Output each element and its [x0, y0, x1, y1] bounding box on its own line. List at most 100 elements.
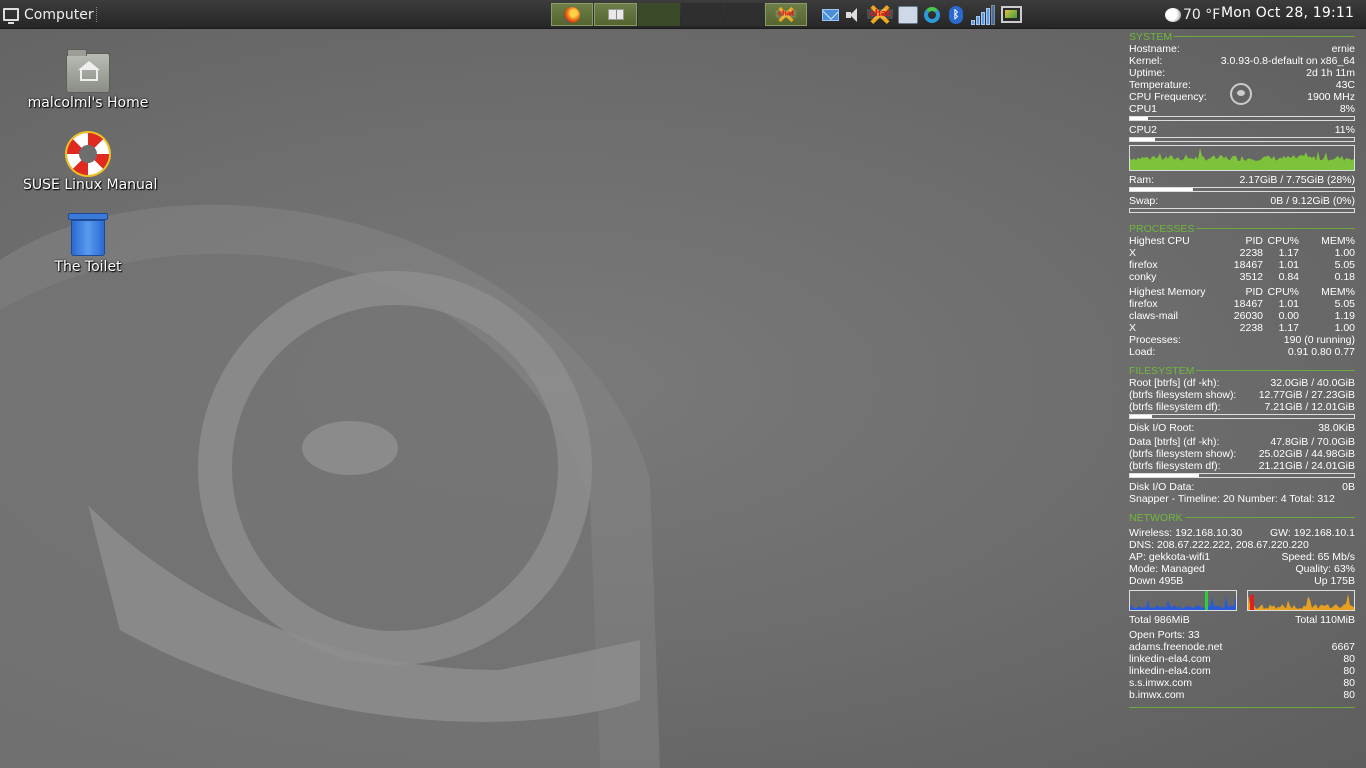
data-df-row: Data [btrfs] (df -kh): 47.8GiB / 70.0GiB — [1129, 436, 1355, 448]
swap-bar — [1129, 208, 1355, 213]
data-fsdf-row: (btrfs filesystem df): 21.21GiB / 24.01Gi… — [1129, 460, 1355, 472]
display-tray-button[interactable] — [999, 5, 1023, 24]
table-row: X 2238 1.17 1.00 — [1129, 247, 1355, 259]
trash-icon — [68, 213, 108, 257]
book-icon — [607, 9, 624, 20]
bluetooth-tray-button[interactable]: ᛒ — [947, 5, 965, 24]
panel-separator — [96, 7, 98, 22]
snapper-row: Snapper - Timeline: 20 Number: 4 Total: … — [1129, 493, 1335, 505]
desktop-icon-label: malcolml's Home — [27, 95, 149, 111]
wireless-row: Wireless: 192.168.10.30 GW: 192.168.10.1 — [1129, 527, 1355, 539]
root-bar — [1129, 414, 1355, 419]
connection-row: s.s.imwx.com 80 — [1129, 677, 1355, 689]
ram-bar — [1129, 187, 1355, 192]
taskbar-document-viewer[interactable] — [594, 3, 637, 26]
table-header: Highest Memory PID CPU% MEM% — [1129, 286, 1355, 298]
download-graph — [1129, 590, 1237, 611]
section-header-network: NETWORK — [1129, 511, 1355, 524]
ap-row: AP: gekkota-wifi1 Speed: 65 Mb/s — [1129, 551, 1355, 563]
taskbar-chat[interactable]: chat — [765, 3, 807, 26]
highest-memory-table: Highest Memory PID CPU% MEM% firefox 18467 1.… — [1129, 286, 1355, 334]
table-row: X 2238 1.17 1.00 — [1129, 322, 1355, 334]
computer-menu-label: Computer — [24, 6, 94, 23]
firefox-icon — [564, 6, 580, 23]
kernel-row: Kernel: 3.0.93-0.8-default on x86_64 — [1129, 55, 1355, 67]
clipboard-icon — [898, 5, 918, 24]
table-header: Highest CPU PID CPU% MEM% — [1129, 235, 1355, 247]
conky-monitor: SYSTEM Hostname: ernie Kernel: 3.0.93-0.8-… — [1129, 30, 1355, 708]
volume-tray-button[interactable] — [844, 5, 864, 24]
computer-menu-button[interactable]: Computer — [3, 4, 94, 25]
root-show-row: (btrfs filesystem show): 12.77GiB / 27.23… — [1129, 389, 1355, 401]
data-bar — [1129, 473, 1355, 478]
cpu1-bar — [1129, 116, 1355, 121]
network-tray-button[interactable] — [970, 4, 996, 25]
totals-row: Total 986MiB Total 110MiB — [1129, 614, 1355, 626]
desktop-icon-label: The Toilet — [54, 259, 122, 275]
connection-row: adams.freenode.net 6667 — [1129, 641, 1355, 653]
wallpaper-gecko-logo — [0, 204, 660, 768]
root-df-row: Root [btrfs] (df -kh): 32.0GiB / 40.0GiB — [1129, 377, 1355, 389]
taskbar-slot[interactable] — [681, 3, 723, 26]
hostname-row: Hostname: ernie — [1129, 43, 1355, 55]
mail-tray-button[interactable] — [820, 5, 840, 24]
chat-tray-button[interactable]: chat — [866, 4, 894, 25]
weather-temp: 70 °F — [1183, 6, 1221, 23]
lifebuoy-icon — [67, 133, 109, 175]
data-io-row: Disk I/O Data: 0B — [1129, 481, 1355, 493]
root-fsdf-row: (btrfs filesystem df): 7.21GiB / 12.01GiB — [1129, 401, 1355, 413]
taskbar-slot[interactable] — [724, 3, 764, 26]
table-row: firefox 18467 1.01 5.05 — [1129, 298, 1355, 310]
data-show-row: (btrfs filesystem show): 25.02GiB / 44.98… — [1129, 448, 1355, 460]
computer-icon — [3, 8, 19, 24]
desktop-icon-home[interactable]: malcolml's Home — [23, 49, 153, 111]
suse-logo-icon — [1230, 83, 1252, 105]
mode-row: Mode: Managed Quality: 63% — [1129, 563, 1355, 575]
volume-icon — [845, 7, 863, 23]
clock[interactable]: Mon Oct 28, 19:11 — [1221, 5, 1354, 21]
table-row: firefox 18467 1.01 5.05 — [1129, 259, 1355, 271]
cpu-graph — [1129, 145, 1355, 171]
section-header-filesystem: FILESYSTEM — [1129, 364, 1355, 377]
network-graphs — [1129, 590, 1355, 611]
connection-row: linkedin-ela4.com 80 — [1129, 653, 1355, 665]
wifi-signal-icon — [971, 4, 995, 25]
cpu2-row: CPU2 11% — [1129, 124, 1355, 136]
sync-tray-button[interactable] — [922, 5, 942, 24]
section-header-processes: PROCESSES — [1129, 222, 1355, 235]
mail-icon — [821, 8, 839, 21]
taskbar-slot[interactable] — [638, 3, 680, 26]
clipboard-tray-button[interactable] — [897, 5, 919, 24]
load-row: Load: 0.91 0.80 0.77 — [1129, 346, 1355, 358]
connection-row: b.imwx.com 80 — [1129, 689, 1355, 701]
monitor-icon — [1000, 6, 1022, 23]
highest-cpu-table: Highest CPU PID CPU% MEM% X 2238 1.17 1.00 fir… — [1129, 235, 1355, 283]
section-header-system: SYSTEM — [1129, 30, 1355, 43]
bluetooth-icon: ᛒ — [949, 5, 963, 24]
desktop-icon-label: SUSE Linux Manual — [23, 177, 158, 193]
desktop-icon-suse-manual[interactable]: SUSE Linux Manual — [23, 133, 158, 193]
uptime-row: Uptime: 2d 1h 11m — [1129, 67, 1355, 79]
down-up-row: Down 495B Up 175B — [1129, 575, 1355, 587]
desktop-icon-trash[interactable]: The Toilet — [23, 213, 153, 275]
open-ports-row: Open Ports: 33 — [1129, 629, 1200, 641]
connection-row: linkedin-ela4.com 80 — [1129, 665, 1355, 677]
weather-applet[interactable]: 70 °F — [1165, 5, 1220, 24]
table-row: conky 3512 0.84 0.18 — [1129, 271, 1355, 283]
top-panel: Computer chat chat ᛒ 70 °F Mon Oct 28, 1… — [0, 0, 1366, 29]
table-row: claws-mail 26030 0.00 1.19 — [1129, 310, 1355, 322]
upload-graph — [1247, 590, 1355, 611]
taskbar-firefox[interactable] — [551, 3, 593, 26]
chat-icon: chat — [867, 4, 893, 25]
swap-row: Swap: 0B / 9.12GiB (0%) — [1129, 195, 1355, 207]
root-io-row: Disk I/O Root: 38.0KiB — [1129, 422, 1355, 434]
dns-row: DNS: 208.67.222.222, 208.67.220.220 — [1129, 539, 1309, 551]
cpu2-bar — [1129, 137, 1355, 142]
cloud-icon — [1165, 7, 1181, 22]
home-folder-icon — [66, 49, 110, 93]
chat-icon: chat — [775, 6, 797, 23]
ram-row: Ram: 2.17GiB / 7.75GiB (28%) — [1129, 174, 1355, 186]
sync-icon — [924, 6, 940, 23]
processes-row: Processes: 190 (0 running) — [1129, 334, 1355, 346]
section-divider — [1129, 707, 1355, 708]
